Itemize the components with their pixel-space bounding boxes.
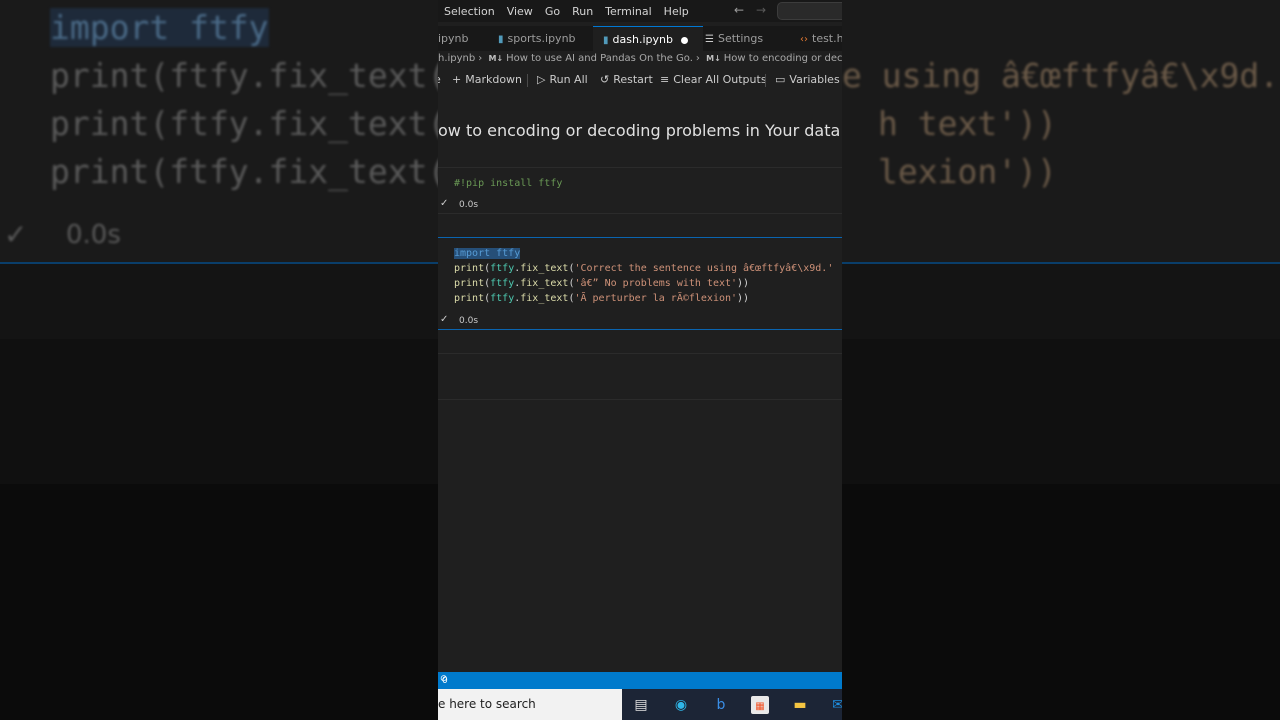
variables-button[interactable]: ▭ Variables <box>775 73 840 86</box>
back-arrow-icon[interactable]: ← <box>734 3 744 17</box>
background-code-line-4-right: lexion')) <box>878 152 1057 191</box>
background-code-line-2-right: e using â€œftfyâ€\x9d. <box>842 56 1280 95</box>
success-check-icon: ✓ <box>440 314 449 325</box>
ports-status[interactable]: ⊘ 0 <box>440 674 448 686</box>
cell-2-line-2[interactable]: print(ftfy.fix_text('Correct the sentenc… <box>454 263 833 274</box>
mail-icon[interactable]: ✉ <box>829 696 842 714</box>
restart-icon: ↺ <box>600 73 610 86</box>
task-view-icon[interactable]: ▤ <box>632 696 650 714</box>
code-cell-1[interactable]: #!pip install ftfy ✓ 0.0s <box>438 167 842 214</box>
notebook-icon: ▮ <box>498 34 504 45</box>
notebook-icon: ▮ <box>603 35 609 46</box>
menu-view[interactable]: View <box>501 5 539 18</box>
vscode-window: Selection View Go Run Terminal Help ← → … <box>438 0 842 720</box>
markdown-icon: M↓ <box>488 54 504 63</box>
markdown-icon: M↓ <box>706 54 721 63</box>
background-exec-time: 0.0s <box>66 220 121 250</box>
command-center-search[interactable] <box>777 2 842 20</box>
background-code-line-4: print(ftfy.fix_text( <box>50 152 448 191</box>
menu-run[interactable]: Run <box>566 5 599 18</box>
success-check-icon: ✓ <box>440 198 449 209</box>
tab-sports[interactable]: ▮ sports.ipynb <box>498 26 576 51</box>
add-markdown-button[interactable]: + Markdown <box>452 73 522 86</box>
bing-icon[interactable]: b <box>712 696 730 714</box>
background-code-line-1: import ftfy <box>50 8 269 47</box>
menu-help[interactable]: Help <box>658 5 695 18</box>
cell-2-line-3[interactable]: print(ftfy.fix_text('â€” No problems wit… <box>454 278 749 289</box>
breadcrumb: h.ipynb › M↓ How to use AI and Pandas On t… <box>438 53 842 69</box>
restart-button[interactable]: ↺ Restart <box>600 73 653 86</box>
chevron-right-icon: › <box>695 53 700 64</box>
tab-settings[interactable]: ☰ Settings <box>705 26 763 51</box>
menu-terminal[interactable]: Terminal <box>599 5 658 18</box>
store-icon[interactable]: ▦ <box>751 696 769 714</box>
html-icon: ‹› <box>800 34 808 45</box>
markdown-heading: ow to encoding or decoding problems in Y… <box>438 121 841 140</box>
background-code-line-3: print(ftfy.fix_text( <box>50 104 448 143</box>
clear-outputs-icon: ≡ <box>660 73 670 86</box>
settings-icon: ☰ <box>705 34 714 45</box>
code-cell-2[interactable]: import ftfy print(ftfy.fix_text('Correct… <box>438 237 842 330</box>
breadcrumb-section-2[interactable]: How to encoding or decoding p <box>724 53 842 64</box>
menu-go[interactable]: Go <box>539 5 566 18</box>
taskbar-search-box[interactable]: e here to search <box>438 689 622 720</box>
menu-bar: Selection View Go Run Terminal Help ← → <box>438 0 842 22</box>
breadcrumb-section-1[interactable]: How to use AI and Pandas On the Go. <box>506 53 693 64</box>
breadcrumb-file[interactable]: h.ipynb <box>438 53 475 64</box>
menu-selection[interactable]: Selection <box>438 5 501 18</box>
chevron-right-icon: › <box>478 53 483 64</box>
unsaved-dot-icon <box>680 36 688 44</box>
toolbar-divider <box>765 74 766 87</box>
tab-dash[interactable]: ▮ dash.ipynb <box>593 26 703 52</box>
toolbar-divider <box>527 74 528 87</box>
variables-icon: ▭ <box>775 73 786 86</box>
notebook-toolbar: e +Markdown ▷Run All ↺Restart ≡Clear All… <box>438 70 842 90</box>
file-explorer-icon[interactable]: ▬ <box>791 696 809 714</box>
cell-1-code[interactable]: #!pip install ftfy <box>454 178 562 189</box>
forward-arrow-icon[interactable]: → <box>756 3 766 17</box>
edge-icon[interactable]: ◉ <box>672 696 690 714</box>
empty-code-cell[interactable] <box>438 353 842 400</box>
plus-icon: + <box>452 73 462 86</box>
background-check-icon: ✓ <box>4 218 28 251</box>
editor-tabs: ipynb ▮ sports.ipynb ▮ dash.ipynb ☰ Setting… <box>438 26 842 52</box>
cell-1-exec-time: 0.0s <box>459 200 479 210</box>
windows-taskbar: e here to search ▤ ◉ b ▦ ▬ ✉ <box>438 689 842 720</box>
cell-2-exec-time: 0.0s <box>459 316 479 326</box>
code-button-partial[interactable]: e <box>438 73 441 86</box>
cell-2-line-4[interactable]: print(ftfy.fix_text('Ã perturber la rÃ©f… <box>454 293 749 304</box>
run-all-button[interactable]: ▷ Run All <box>537 73 588 86</box>
status-bar: ⊘ 0 <box>438 672 842 689</box>
tab-partial[interactable]: ipynb <box>438 26 469 51</box>
background-code-line-3-right: h text')) <box>878 104 1057 143</box>
tab-test-html[interactable]: ‹›test.ht <box>800 26 842 51</box>
clear-all-outputs-button[interactable]: ≡ Clear All Outputs <box>660 73 767 86</box>
background-code-line-2: print(ftfy.fix_text( <box>50 56 448 95</box>
play-icon: ▷ <box>537 73 546 86</box>
cell-2-line-1[interactable]: import ftfy <box>454 248 521 259</box>
